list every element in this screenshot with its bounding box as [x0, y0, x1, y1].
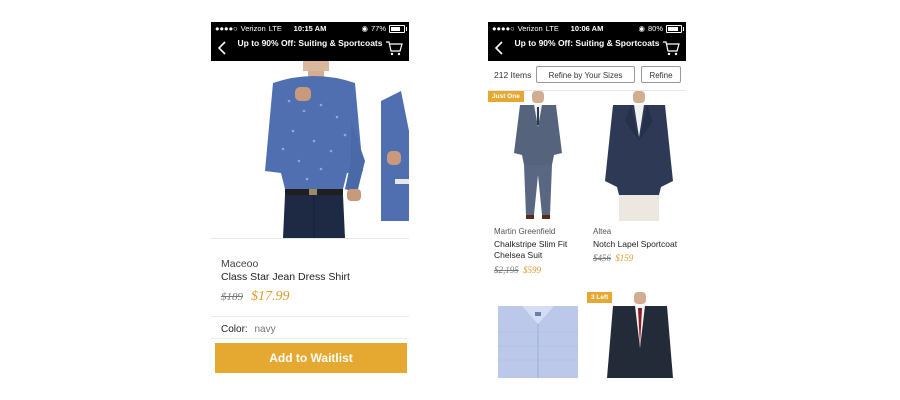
product-tile[interactable]: 3 Left [587, 292, 686, 378]
original-price: $456 [593, 253, 611, 263]
refine-button[interactable]: Refine [641, 66, 681, 83]
page-title: Up to 90% Off: Suiting & Sportcoats [514, 38, 660, 48]
price-row: $189 $17.99 [221, 287, 290, 305]
refine-by-size-button[interactable]: Refine by Your Sizes [536, 66, 635, 83]
sale-price: $159 [615, 253, 634, 263]
status-bar: ●●●●○ Verizon LTE 10:06 AM ◉ 80% [488, 22, 686, 35]
cart-icon[interactable] [662, 40, 680, 56]
product-detail-screen: ●●●●○ Verizon LTE 10:15 AM ◉ 77% Up to 9… [211, 22, 409, 378]
nav-bar: Up to 90% Off: Suiting & Sportcoats [488, 35, 686, 61]
product-brand: Maceoo [221, 258, 259, 270]
orientation-lock-icon: ◉ [638, 24, 645, 33]
back-chevron-icon[interactable] [216, 39, 228, 57]
filter-bar: 212 Items Refine by Your Sizes Refine [488, 61, 686, 91]
battery-percent: 77% [370, 24, 386, 33]
items-count: 212 Items [494, 70, 532, 80]
battery-percent: 80% [647, 24, 663, 33]
product-name: Class Star Jean Dress Shirt [221, 271, 350, 283]
product-brand: Martin Greenfield [494, 227, 556, 236]
product-photo [514, 91, 562, 219]
page-title: Up to 90% Off: Suiting & Sportcoats [237, 38, 383, 48]
product-image-gallery[interactable] [211, 61, 409, 239]
product-name: Notch Lapel Sportcoat [593, 239, 678, 249]
cart-icon[interactable] [385, 40, 403, 56]
product-brand: Altea [593, 227, 612, 236]
sale-price: $599 [523, 265, 541, 275]
add-to-waitlist-button[interactable]: Add to Waitlist [215, 343, 407, 373]
divider [211, 316, 409, 317]
product-photo [607, 292, 673, 378]
product-photo [265, 61, 365, 238]
product-name: Chalkstripe Slim Fit Chelsea Suit [494, 239, 568, 260]
original-price: $189 [221, 291, 243, 303]
battery-icon [389, 24, 407, 33]
divider [211, 338, 409, 339]
product-tile[interactable] [488, 292, 587, 378]
next-photo-peek [381, 91, 409, 221]
product-list-screen: ●●●●○ Verizon LTE 10:06 AM ◉ 80% Up to 9… [488, 22, 686, 378]
product-photo [605, 91, 673, 221]
color-label: Color: [221, 324, 248, 335]
product-photo [498, 306, 578, 378]
nav-bar: Up to 90% Off: Suiting & Sportcoats [211, 35, 409, 61]
back-chevron-icon[interactable] [493, 39, 505, 57]
status-bar: ●●●●○ Verizon LTE 10:15 AM ◉ 77% [211, 22, 409, 35]
original-price: $2,195 [494, 265, 519, 275]
price-row: $2,195 $599 [494, 265, 541, 275]
sale-price: $17.99 [251, 289, 290, 304]
color-selector[interactable]: Color: navy [221, 324, 276, 335]
price-row: $456 $159 [593, 253, 633, 263]
color-value: navy [254, 324, 276, 335]
badge: 3 Left [587, 292, 613, 303]
orientation-lock-icon: ◉ [361, 24, 368, 33]
product-tile[interactable]: Altea Notch Lapel Sportcoat $456 $159 [587, 91, 686, 281]
badge: Just One [488, 91, 524, 102]
battery-icon [666, 24, 684, 33]
product-tile[interactable]: Just One Martin Greenfield Chalkstripe S… [488, 91, 587, 281]
